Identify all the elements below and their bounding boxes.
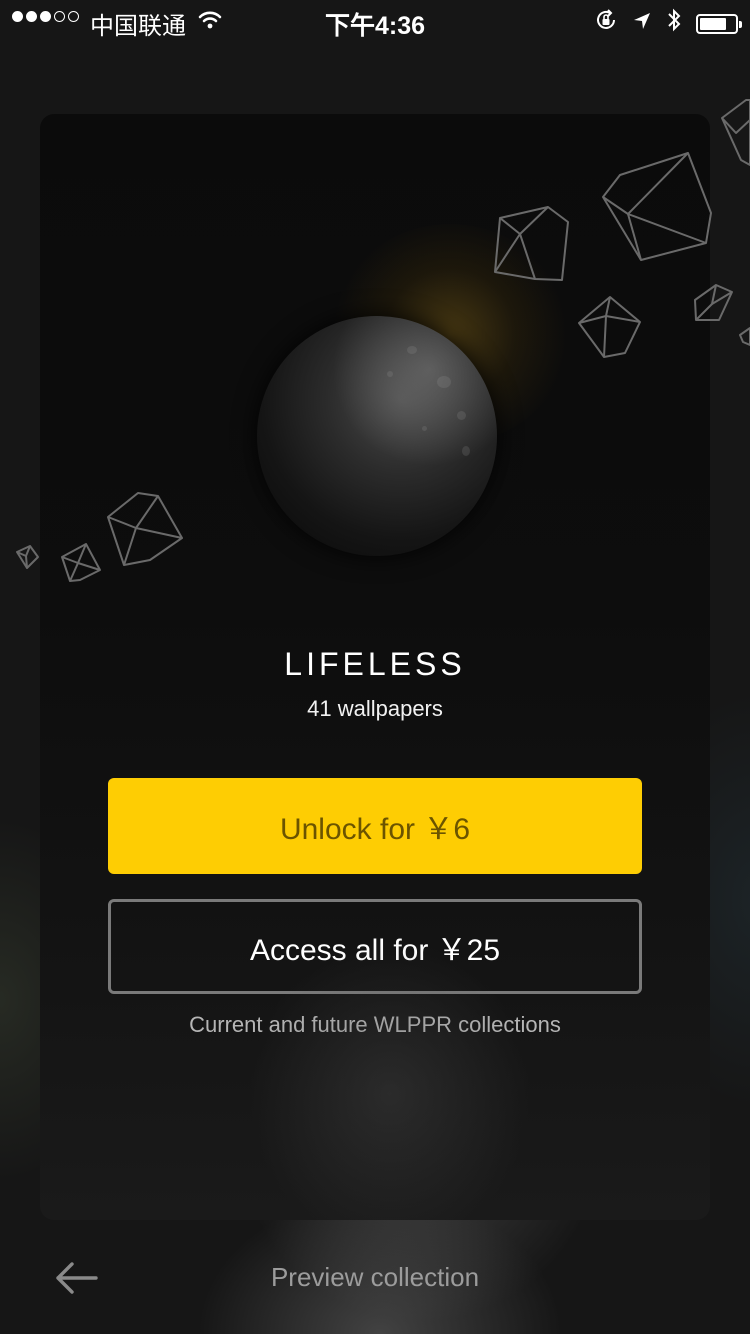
access-all-button[interactable]: Access all for ￥25 [108,899,642,994]
collection-title: LIFELESS [284,646,466,682]
unlock-button[interactable]: Unlock for ￥6 [108,778,642,874]
location-arrow-icon [632,10,652,38]
moon-illustration [257,316,497,556]
access-all-note: Current and future WLPPR collections [189,1012,561,1037]
status-bar: 中国联通 下午4:36 [0,0,750,40]
collection-card: LIFELESS 41 wallpapers Unlock for ￥6 Acc… [40,114,710,1220]
battery-icon [696,13,742,34]
bluetooth-icon [666,8,682,39]
orientation-lock-icon [594,8,618,39]
preview-collection-button[interactable]: Preview collection [0,1262,750,1293]
wallpaper-count: 41 wallpapers [307,696,443,721]
